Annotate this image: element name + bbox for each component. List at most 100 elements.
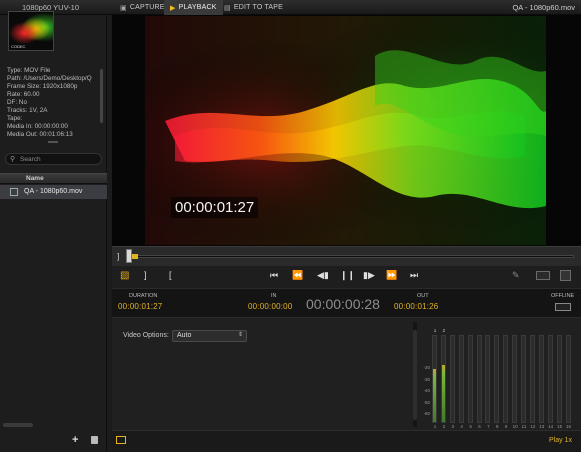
window-title: QA - 1080p60.mov (512, 3, 575, 12)
step-back-icon[interactable]: ◀▮ (317, 270, 329, 281)
playback-status: Play 1x (549, 437, 572, 444)
bin-horizontal-scrollbar[interactable] (3, 423, 33, 427)
offline-icon[interactable] (555, 303, 571, 311)
meter-scale-tick: -20 (423, 365, 430, 370)
bin-column-header[interactable] (0, 173, 107, 184)
monitor-icon[interactable] (536, 271, 550, 280)
audio-channel-number: 5 (469, 424, 472, 429)
audio-meter (440, 335, 446, 423)
fast-forward-icon[interactable]: ⏩ (386, 270, 397, 281)
metadata-line: Type: MOV File (7, 67, 51, 74)
audio-channel-number: 4 (460, 424, 463, 429)
meter-scale-tick: -60 (423, 411, 430, 416)
audio-channel-number: 10 (512, 424, 518, 429)
search-icon: ⚲ (10, 156, 16, 163)
add-clip-button[interactable]: + (72, 434, 78, 446)
play-icon: ▶ (170, 4, 176, 12)
status-bar (112, 430, 581, 452)
audio-channel-number: 7 (487, 424, 490, 429)
active-channel-label: 2 (442, 328, 446, 333)
tab-edit-to-tape-label: EDIT TO TAPE (233, 4, 284, 11)
tab-capture-label: CAPTURE (129, 4, 165, 11)
audio-channel-number: 6 (478, 424, 481, 429)
tab-playback-label: PLAYBACK (178, 4, 217, 11)
audio-meter (503, 335, 509, 423)
metadata-line: Frame Size: 1920x1080p (7, 83, 78, 90)
audio-channel-number: 16 (565, 424, 571, 429)
offline-label: OFFLINE (551, 293, 575, 299)
duration-value: 00:00:01:27 (118, 302, 163, 311)
metadata-line: Tracks: 1V, 2A (7, 107, 48, 114)
audio-channel-number: 9 (504, 424, 508, 429)
list-item-label: QA - 1080p60.mov (24, 188, 83, 195)
audio-meter-level (433, 368, 436, 422)
audio-channel-number: 1 (433, 424, 437, 429)
metadata-scrollbar[interactable] (100, 69, 103, 123)
pause-icon[interactable]: ❙❙ (340, 270, 355, 281)
tab-edit-to-tape[interactable]: ▤ EDIT TO TAPE (218, 0, 289, 15)
meter-scale-tick: -40 (423, 388, 430, 393)
metadata-line: Media Out: 00:01:06:13 (7, 131, 73, 138)
tape-icon: ▤ (224, 4, 231, 12)
in-label: IN (271, 293, 277, 299)
trash-icon[interactable] (91, 436, 98, 444)
audio-meter (476, 335, 482, 423)
thumbnail-tag: CODEC (11, 44, 26, 49)
audio-channel-number: 12 (530, 424, 536, 429)
video-options-value: Auto (177, 332, 192, 339)
top-bar (0, 0, 581, 15)
pencil-icon[interactable]: ✎ (512, 270, 520, 281)
active-channel-label: 1 (433, 328, 437, 333)
rewind-icon[interactable]: ⏪ (292, 270, 303, 281)
clip-metadata: Type: MOV File Path: /Users/Demo/Desktop/… (7, 67, 103, 139)
video-options-label: Video Options: (123, 332, 169, 339)
audio-meter (547, 335, 553, 423)
audio-channel-number: 8 (496, 424, 499, 429)
audio-meter (512, 335, 518, 423)
fullscreen-icon[interactable] (560, 270, 571, 281)
timecode-overlay: 00:00:01:27 (171, 197, 259, 218)
audio-meter (521, 335, 526, 423)
in-value[interactable]: 00:00:00:00 (248, 302, 292, 311)
audio-meter (529, 335, 535, 423)
out-label: OUT (417, 293, 429, 299)
tab-playback[interactable]: ▶ PLAYBACK (164, 0, 223, 15)
options-scrollbar-thumb[interactable] (413, 330, 417, 420)
audio-meter (538, 335, 544, 423)
audio-meter (432, 335, 437, 423)
audio-channel-number: 15 (557, 424, 563, 429)
out-value[interactable]: 00:00:01:26 (394, 302, 438, 311)
timeline-track[interactable] (131, 255, 574, 258)
audio-meter (458, 335, 464, 423)
bin-column-name: Name (26, 175, 44, 182)
meter-scale-tick: -30 (423, 376, 430, 382)
audio-channel-number: 2 (442, 424, 446, 429)
current-timecode: 00:00:00:28 (306, 296, 380, 312)
audio-channel-number: 11 (521, 424, 527, 429)
mark-out-button[interactable]: [ (169, 270, 172, 280)
audio-meter (467, 335, 473, 423)
in-point-marker[interactable]: ] (117, 252, 119, 261)
metadata-line: Media In: 00:00:00:00 (7, 123, 68, 130)
audio-channel-number: 13 (539, 424, 545, 429)
audio-meter-level (441, 365, 445, 422)
camera-icon: ▣ (120, 4, 127, 12)
metadata-line: Path: /Users/Demo/Desktop/Q (7, 75, 92, 82)
panel-resize-grip[interactable] (48, 141, 58, 143)
meter-scale: -20 -30 -40 -50 -60 (420, 362, 430, 420)
search-placeholder: Search (20, 156, 41, 163)
tab-capture[interactable]: ▣ CAPTURE (114, 0, 171, 15)
meter-scale-tick: -50 (423, 399, 430, 405)
timeline-view-icon[interactable] (116, 436, 126, 444)
audio-channel-number: 14 (548, 424, 554, 429)
playhead-handle[interactable] (126, 249, 132, 263)
metadata-line: Tape: (7, 115, 23, 122)
chevron-updown-icon: ⇕ (238, 332, 244, 338)
audio-channel-number: 3 (451, 424, 455, 429)
mark-in-button[interactable]: ] (144, 270, 147, 280)
jump-start-icon[interactable]: ⏮ (270, 270, 278, 281)
jump-end-icon[interactable]: ⏭ (410, 270, 418, 281)
audio-meter (449, 335, 455, 423)
step-forward-icon[interactable]: ▮▶ (363, 270, 375, 281)
folder-icon[interactable]: ▧ (120, 270, 132, 281)
